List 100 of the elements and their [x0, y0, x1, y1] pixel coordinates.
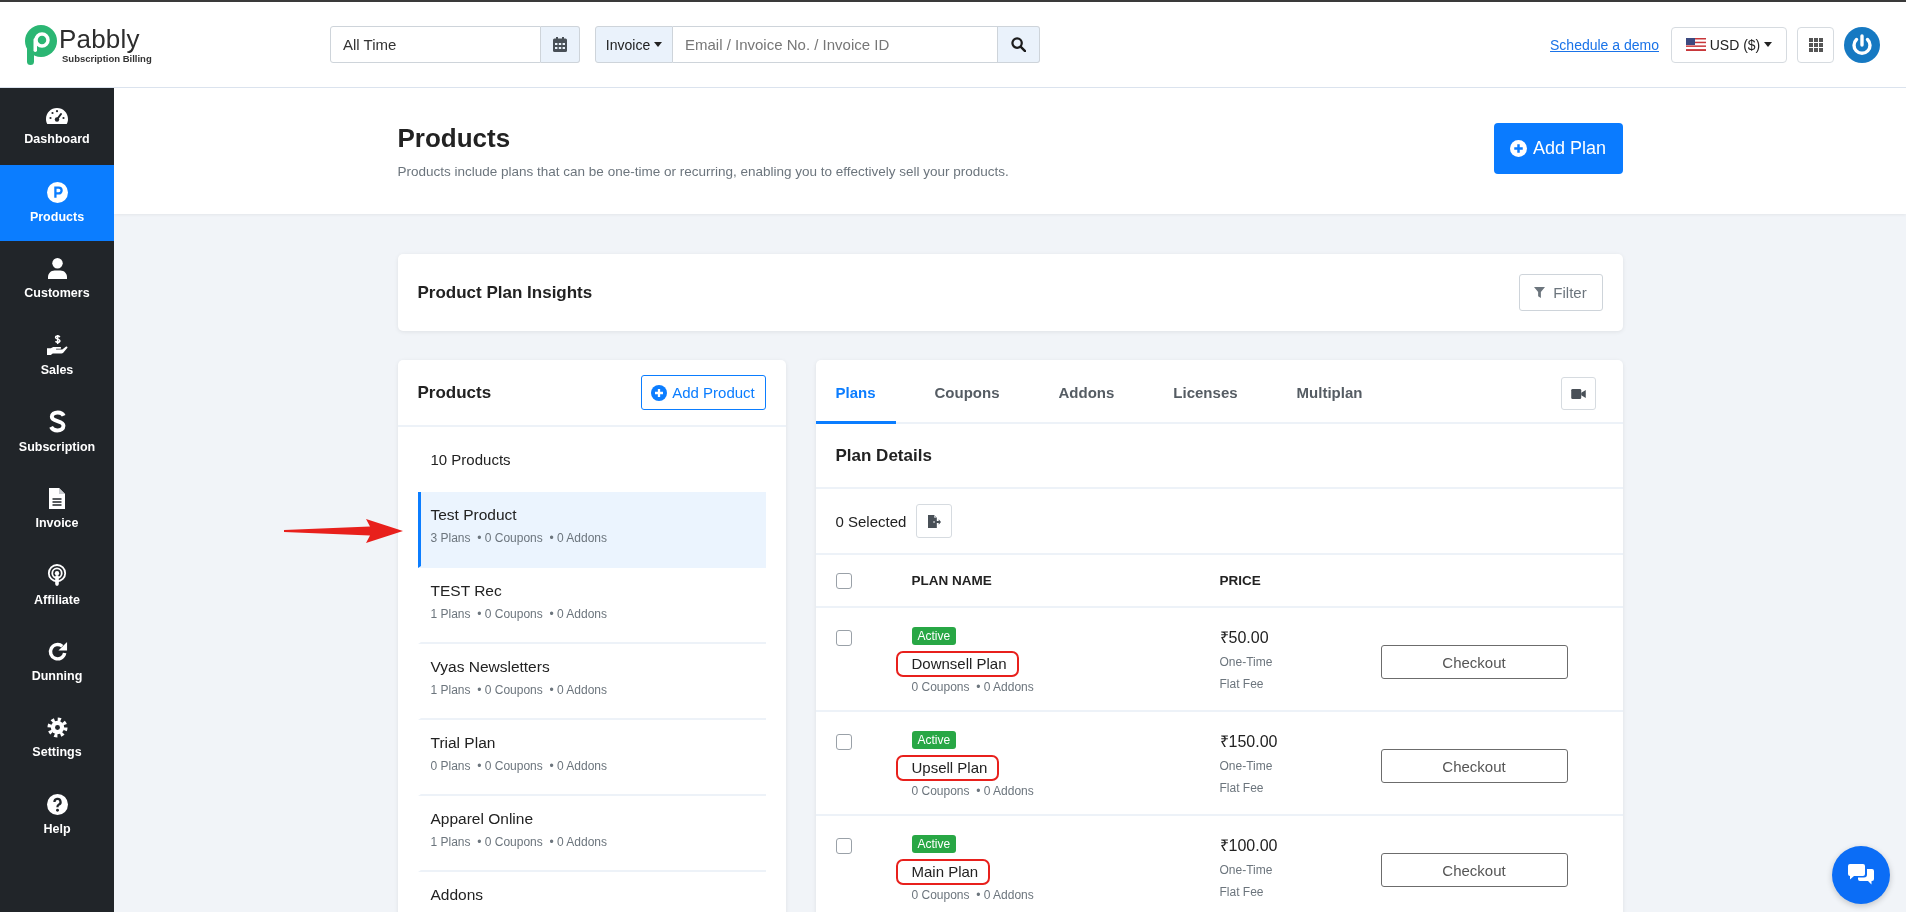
product-meta: 1 Plans • 0 Coupons • 0 Addons [430, 834, 609, 850]
sidebar-item[interactable]: Subscription [0, 394, 114, 471]
product-meta: 0 Plans • 0 Coupons • 0 Addons [430, 758, 609, 774]
sidebar-item[interactable]: Products [0, 164, 114, 241]
fee-type: Flat Fee [1219, 780, 1265, 796]
currency-dropdown[interactable]: USD ($) [1671, 26, 1787, 63]
document-icon [49, 487, 65, 509]
tab[interactable]: Licenses [1153, 360, 1258, 424]
select-all-checkbox[interactable] [835, 572, 852, 589]
caret-icon [1764, 42, 1773, 47]
calendar-button[interactable] [541, 26, 580, 63]
user-icon [47, 258, 67, 280]
row-checkbox[interactable] [835, 734, 852, 750]
product-item[interactable]: TEST Rec 1 Plans • 0 Coupons • 0 Addons [417, 568, 766, 644]
status-badge: Active [911, 835, 957, 853]
tab[interactable]: Addons [1038, 360, 1135, 424]
sidebar-item[interactable]: Sales [0, 317, 114, 394]
product-name: Vyas Newsletters [430, 657, 551, 677]
sidebar-item[interactable]: Invoice [0, 470, 114, 547]
power-icon[interactable] [1844, 26, 1880, 63]
sidebar-item[interactable]: Dunning [0, 623, 114, 700]
flag-icon [1685, 38, 1706, 51]
gear-icon [46, 717, 68, 739]
logo-icon [24, 24, 58, 65]
fee-type: Flat Fee [1219, 884, 1265, 900]
plan-price: ₹150.00 [1219, 732, 1279, 752]
product-name: Trial Plan [430, 733, 497, 753]
sidebar-item[interactable]: Dashboard [0, 88, 114, 165]
sidebar-item[interactable]: Help [0, 776, 114, 853]
calendar-icon [553, 37, 567, 52]
plus-circle-icon [651, 384, 668, 401]
product-meta: 1 Plans • 0 Coupons • 0 Addons [430, 606, 609, 622]
plan-name: Main Plan [895, 859, 991, 885]
plan-name: Downsell Plan [895, 651, 1019, 677]
products-title: Products [417, 382, 492, 403]
search-icon [1011, 37, 1026, 52]
tab[interactable]: Multiplan [1276, 360, 1383, 424]
search-field[interactable]: Email / Invoice No. / Invoice ID [673, 26, 998, 63]
status-badge: Active [911, 627, 957, 645]
billing-type: One-Time [1219, 654, 1274, 670]
row-checkbox[interactable] [835, 630, 852, 646]
checkout-button[interactable]: Checkout [1380, 853, 1568, 887]
redo-icon [46, 640, 68, 662]
date-field[interactable]: All Time [330, 26, 541, 63]
add-plan-button[interactable]: Add Plan [1493, 123, 1623, 174]
dashboard-gauge-icon [45, 106, 69, 125]
sidebar-item[interactable]: Affiliate [0, 547, 114, 624]
podcast-icon [47, 563, 67, 586]
add-product-button[interactable]: Add Product [640, 375, 766, 410]
tab[interactable]: Plans [815, 360, 896, 424]
column-header: PRICE [1219, 573, 1262, 588]
s-shape-icon [48, 410, 66, 434]
product-meta: 1 Plans • 0 Coupons • 0 Addons [430, 682, 609, 698]
product-item[interactable]: Trial Plan 0 Plans • 0 Coupons • 0 Addons [417, 720, 766, 796]
search-button[interactable] [998, 26, 1040, 63]
plan-meta: 0 Coupons • 0 Addons [911, 887, 1034, 903]
column-header: PLAN NAME [911, 573, 993, 588]
caret-icon [654, 42, 663, 47]
grid-icon [1808, 37, 1823, 52]
plan-price: ₹100.00 [1219, 836, 1279, 856]
row-checkbox[interactable] [835, 838, 852, 854]
export-button[interactable] [916, 504, 953, 538]
product-item[interactable]: Vyas Newsletters 1 Plans • 0 Coupons • 0 Addons [417, 644, 766, 720]
product-meta: 3 Plans • 0 Coupons • 0 Addons [430, 530, 609, 546]
apps-button[interactable] [1797, 26, 1834, 63]
fee-type: Flat Fee [1219, 676, 1265, 692]
products-count: 10 Products [430, 451, 511, 468]
filter-button[interactable]: Filter [1518, 274, 1603, 311]
plan-meta: 0 Coupons • 0 Addons [911, 783, 1034, 799]
chat-icon [1848, 864, 1874, 886]
page-title: Products [397, 122, 512, 154]
insights-title: Product Plan Insights [417, 282, 593, 303]
p-circle-icon [46, 181, 68, 203]
schedule-demo-link[interactable]: Schedule a demo [1550, 36, 1659, 53]
checkout-button[interactable]: Checkout [1380, 749, 1568, 783]
chat-button[interactable] [1832, 846, 1890, 904]
plan-name: Upsell Plan [895, 755, 1000, 781]
sidebar-item[interactable]: Customers [0, 241, 114, 318]
product-item[interactable]: Addons [417, 872, 766, 912]
video-button[interactable] [1560, 377, 1596, 410]
file-export-icon [927, 514, 941, 528]
page-subtitle: Products include plans that can be one-time or recurring, enabling you to effectively sell your products. [397, 163, 1009, 181]
selected-count: 0 Selected [835, 512, 907, 530]
billing-type: One-Time [1219, 862, 1274, 878]
search-scope-dropdown[interactable]: Invoice [595, 26, 673, 63]
help-icon [46, 793, 68, 815]
checkout-button[interactable]: Checkout [1380, 645, 1568, 679]
product-name: Test Product [430, 505, 518, 525]
product-item[interactable]: Apparel Online 1 Plans • 0 Coupons • 0 Addons [417, 796, 766, 872]
product-name: Apparel Online [430, 809, 535, 829]
billing-type: One-Time [1219, 758, 1274, 774]
status-badge: Active [911, 731, 957, 749]
plan-meta: 0 Coupons • 0 Addons [911, 679, 1034, 695]
sidebar-item[interactable]: Settings [0, 700, 114, 777]
plan-price: ₹50.00 [1219, 628, 1270, 648]
filter-icon [1534, 287, 1546, 298]
video-camera-icon [1570, 388, 1586, 399]
logo-tagline: Subscription Billing [62, 52, 152, 65]
tab[interactable]: Coupons [914, 360, 1020, 424]
product-name: TEST Rec [430, 581, 503, 601]
